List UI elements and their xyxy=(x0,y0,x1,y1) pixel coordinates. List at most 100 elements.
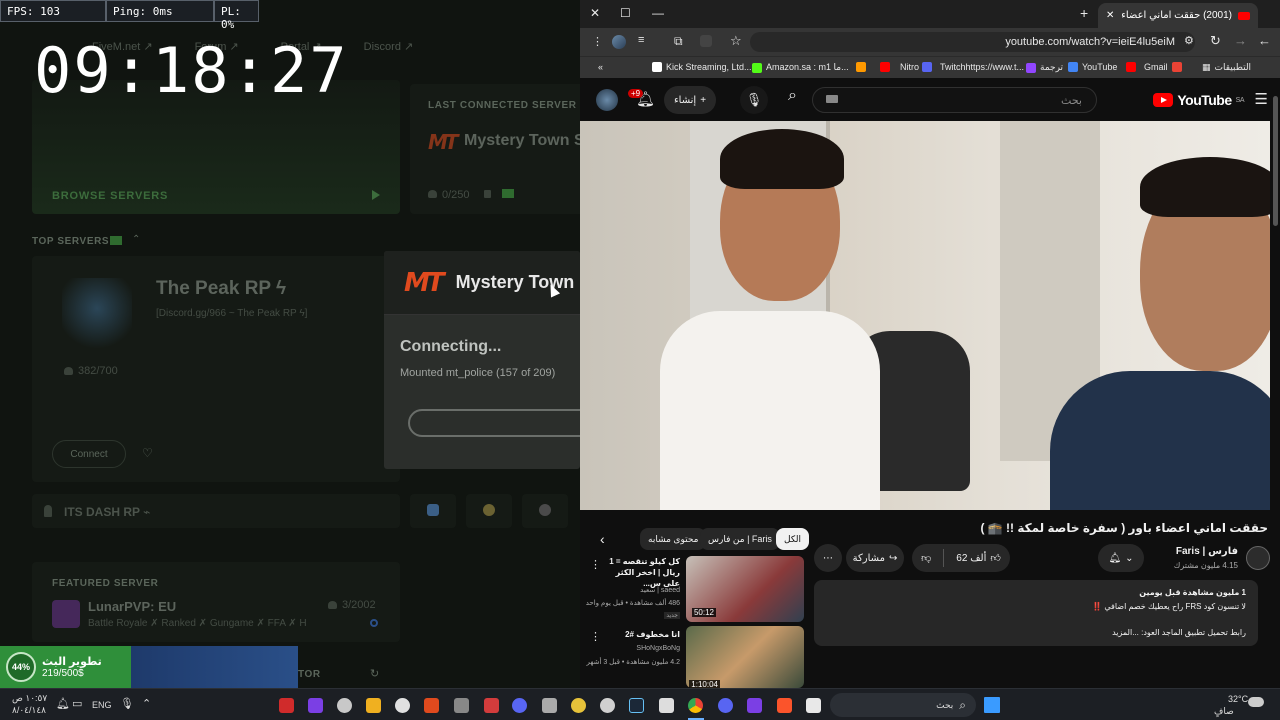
app-icon[interactable] xyxy=(806,698,821,713)
like-icon[interactable]: 👍︎ xyxy=(990,552,1000,564)
extension-icon[interactable] xyxy=(700,35,712,47)
nav-discord[interactable]: Discord ↗ xyxy=(364,40,414,53)
tab-youtube[interactable]: (2001) حققت اماني اعضاء باو ✕ xyxy=(1098,3,1258,28)
chips-next-icon[interactable]: ‹ xyxy=(600,531,605,547)
address-bar[interactable]: youtube.com/watch?v=ieiE4lu5eiM xyxy=(750,32,1195,52)
bookmark-item[interactable]: YouTube xyxy=(1068,62,1117,72)
like-count[interactable]: 62 ألف xyxy=(956,553,986,564)
related-video[interactable]: 1:10:04 انا مخطوف #2 SHoNgxBoNg 4.2 مليو… xyxy=(586,626,804,688)
language-indicator[interactable]: ENG xyxy=(92,700,112,710)
mini-server-tile[interactable] xyxy=(466,494,512,528)
start-button-icon[interactable] xyxy=(984,697,1000,713)
bookmark-star-icon[interactable]: ☆ xyxy=(730,33,742,49)
media-icon[interactable]: ≡ xyxy=(638,34,644,46)
related-video[interactable]: 50:12 كل كيلو تنقصه = 1 ريال | اخخر الكث… xyxy=(586,556,804,622)
bookmark-item[interactable]: ترجمة xyxy=(1026,62,1063,73)
bookmark-item[interactable]: Twitchhttps://www.t... xyxy=(922,62,1024,72)
refresh-icon[interactable]: ↻ xyxy=(370,667,379,680)
app-icon[interactable] xyxy=(718,698,733,713)
app-icon[interactable] xyxy=(366,698,381,713)
its-dash-card[interactable]: ITS DASH RP ⌁ xyxy=(32,494,400,528)
chrome-icon[interactable] xyxy=(688,698,703,713)
connect-button[interactable]: Connect xyxy=(52,440,126,468)
dislike-icon[interactable]: 👎︎ xyxy=(921,552,931,564)
cancel-button[interactable] xyxy=(408,409,580,437)
minimize-icon[interactable]: — xyxy=(652,6,664,20)
site-settings-icon[interactable]: ⚙ xyxy=(1184,34,1194,47)
top-server-card[interactable]: The Peak RP ϟ [Discord.gg/966 ~ The Peak… xyxy=(32,256,400,482)
search-input[interactable]: بحث xyxy=(812,87,1097,113)
discord-icon[interactable] xyxy=(512,698,527,713)
pawn-icon xyxy=(44,505,52,517)
profile-avatar[interactable] xyxy=(612,35,626,49)
last-connected-card[interactable]: LAST CONNECTED SERVER MT Mystery Town S … xyxy=(410,84,580,214)
forward-icon[interactable]: → xyxy=(1234,33,1247,48)
channel-name[interactable]: فارس | Faris xyxy=(1176,546,1238,557)
tray-chevron-icon[interactable]: ⌃ xyxy=(142,697,151,710)
notification-icon[interactable]: 🔔︎ xyxy=(56,697,70,710)
steam-icon[interactable] xyxy=(629,698,644,713)
brave-icon[interactable] xyxy=(777,698,792,713)
bookmark-item[interactable] xyxy=(856,62,866,72)
chip-all[interactable]: الكل xyxy=(776,528,810,550)
description-box[interactable]: 1 مليون مشاهدة قبل يومين لا تنسون كود FR… xyxy=(814,580,1258,646)
more-actions-button[interactable]: ⋯ xyxy=(814,544,842,572)
bookmark-item[interactable]: Gmail xyxy=(1126,62,1182,72)
keyboard-icon[interactable] xyxy=(826,95,838,103)
featured-server-card[interactable]: FEATURED SERVER LunarPVP: EU Battle Roya… xyxy=(32,562,400,642)
heart-icon[interactable]: ♡ xyxy=(142,446,153,460)
app-icon[interactable] xyxy=(600,698,615,713)
related-menu-icon[interactable]: ⋮ xyxy=(590,558,601,571)
avatar[interactable] xyxy=(596,89,618,111)
back-icon[interactable]: ← xyxy=(1258,33,1271,48)
chevron-up-icon[interactable]: ⌃ xyxy=(132,234,140,245)
bottom-section-label: TOR xyxy=(298,669,321,680)
related-menu-icon[interactable]: ⋮ xyxy=(590,630,601,643)
app-icon[interactable] xyxy=(484,698,499,713)
clock-time[interactable]: ١٠:٥٧ ص xyxy=(12,693,47,704)
weather-temp[interactable]: 32°C xyxy=(1228,694,1248,704)
youtube-logo[interactable]: YouTube SA xyxy=(1153,92,1245,108)
channel-avatar[interactable] xyxy=(1246,546,1270,570)
hamburger-menu-icon[interactable]: ☰ xyxy=(1255,90,1268,108)
voice-search-icon[interactable]: 🎙︎ xyxy=(740,86,768,114)
subscribed-button[interactable]: 🔔︎ ⌄ xyxy=(1098,544,1144,572)
bookmark-item[interactable]: Amazon.sa : m1 ما... xyxy=(752,62,849,73)
windows-taskbar: ١٠:٥٧ ص ٨/٠٤/١٤٨ 🔔︎ ▭ ENG 🎙︎ ⌃ بحث ⌕ 32°… xyxy=(0,688,1280,720)
app-icon[interactable] xyxy=(542,698,557,713)
microphone-icon[interactable]: 🎙︎ xyxy=(120,697,134,710)
search-button-icon[interactable]: ⌕ xyxy=(788,87,797,105)
reload-icon[interactable]: ↻ xyxy=(1210,33,1221,49)
mini-server-tile[interactable] xyxy=(410,494,456,528)
bookmarks-overflow-icon[interactable]: « xyxy=(598,62,603,72)
app-icon[interactable] xyxy=(337,698,352,713)
share-button[interactable]: مشاركة ↪ xyxy=(846,544,904,572)
app-icon[interactable] xyxy=(395,698,410,713)
chip-similar[interactable]: محتوى مشابه xyxy=(640,528,707,550)
app-icon[interactable] xyxy=(454,698,469,713)
taskbar-search[interactable]: بحث ⌕ xyxy=(830,693,976,717)
bookmark-item[interactable]: Nitro xyxy=(880,62,919,72)
like-dislike-group: 👎︎ 62 ألف 👍︎ xyxy=(912,544,1010,572)
app-icon[interactable] xyxy=(571,698,586,713)
bookmark-apps[interactable]: ▦ التطبيقات xyxy=(1202,62,1251,73)
menu-icon[interactable]: ⋮ xyxy=(592,35,603,48)
app-icon[interactable] xyxy=(424,698,439,713)
clock-date[interactable]: ٨/٠٤/١٤٨ xyxy=(12,705,46,716)
bookmark-item[interactable]: Kick Streaming, Ltd.... xyxy=(652,62,754,72)
chip-from-channel[interactable]: من فارس | Faris xyxy=(700,528,780,550)
monitor-icon[interactable]: ▭ xyxy=(72,697,82,710)
app-icon[interactable] xyxy=(659,698,674,713)
scrollbar[interactable] xyxy=(1273,96,1278,226)
maximize-icon[interactable]: ☐ xyxy=(620,6,631,20)
close-tab-icon[interactable]: ✕ xyxy=(1106,10,1114,21)
video-player[interactable] xyxy=(580,121,1270,510)
app-icon[interactable] xyxy=(308,698,323,713)
create-button[interactable]: إنشاء + xyxy=(664,86,716,114)
close-window-icon[interactable]: ✕ xyxy=(590,6,600,20)
app-icon[interactable] xyxy=(279,698,294,713)
extensions-icon[interactable]: ⧉ xyxy=(674,34,683,49)
new-tab-button[interactable]: + xyxy=(1080,5,1088,21)
mini-server-tile[interactable] xyxy=(522,494,568,528)
app-icon[interactable] xyxy=(747,698,762,713)
